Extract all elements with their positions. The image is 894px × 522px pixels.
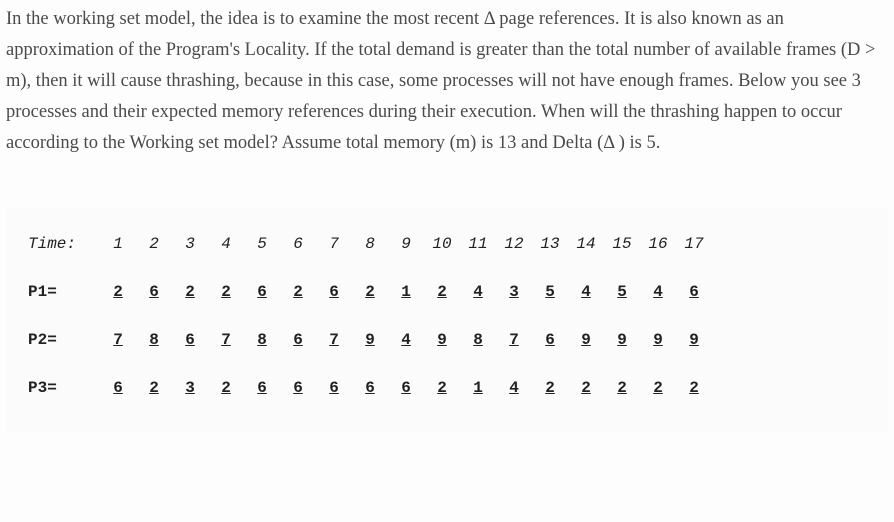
time-cell: 14 [568,235,604,253]
ref-cell: 2 [280,283,316,301]
ref-cell: 6 [280,379,316,397]
time-label: Time: [28,235,100,253]
ref-cell: 6 [352,379,388,397]
ref-cell: 2 [568,379,604,397]
reference-table: Time: 1 2 3 4 5 6 7 8 9 10 11 12 13 14 1… [6,207,888,433]
ref-cell: 1 [460,379,496,397]
time-cell: 16 [640,235,676,253]
ref-cell: 4 [388,331,424,349]
process-label: P2= [28,331,100,349]
ref-cell: 2 [424,283,460,301]
ref-cell: 7 [316,331,352,349]
ref-cell: 6 [172,331,208,349]
ref-cell: 6 [280,331,316,349]
ref-cell: 9 [676,331,712,349]
ref-cell: 2 [172,283,208,301]
ref-cell: 9 [568,331,604,349]
ref-cell: 7 [208,331,244,349]
ref-cell: 8 [136,331,172,349]
ref-cell: 4 [496,379,532,397]
ref-cell: 2 [100,283,136,301]
time-cell: 5 [244,235,280,253]
time-cell: 13 [532,235,568,253]
ref-cell: 7 [100,331,136,349]
time-cell: 3 [172,235,208,253]
ref-cell: 2 [604,379,640,397]
ref-cell: 2 [532,379,568,397]
time-cell: 7 [316,235,352,253]
ref-cell: 2 [640,379,676,397]
time-header-row: Time: 1 2 3 4 5 6 7 8 9 10 11 12 13 14 1… [28,235,866,253]
time-cell: 9 [388,235,424,253]
question-text: In the working set model, the idea is to… [6,4,888,159]
ref-cell: 3 [496,283,532,301]
ref-cell: 1 [388,283,424,301]
process-row-p1: P1= 2 6 2 2 6 2 6 2 1 2 4 3 5 4 5 4 6 [28,283,866,301]
ref-cell: 7 [496,331,532,349]
ref-cell: 8 [460,331,496,349]
question-page: In the working set model, the idea is to… [0,0,894,522]
ref-cell: 4 [640,283,676,301]
process-label: P3= [28,379,100,397]
process-row-p3: P3= 6 2 3 2 6 6 6 6 6 2 1 4 2 2 2 2 2 [28,379,866,397]
ref-cell: 8 [244,331,280,349]
time-cell: 1 [100,235,136,253]
ref-cell: 2 [676,379,712,397]
ref-cell: 6 [100,379,136,397]
time-cell: 10 [424,235,460,253]
ref-cell: 6 [532,331,568,349]
ref-cell: 2 [424,379,460,397]
time-cell: 4 [208,235,244,253]
process-row-p2: P2= 7 8 6 7 8 6 7 9 4 9 8 7 6 9 9 9 9 [28,331,866,349]
ref-cell: 2 [352,283,388,301]
ref-cell: 6 [244,283,280,301]
ref-cell: 9 [424,331,460,349]
ref-cell: 6 [388,379,424,397]
ref-cell: 6 [244,379,280,397]
ref-cell: 9 [640,331,676,349]
ref-cell: 9 [604,331,640,349]
ref-cell: 4 [460,283,496,301]
time-cell: 12 [496,235,532,253]
time-cell: 17 [676,235,712,253]
ref-cell: 2 [136,379,172,397]
ref-cell: 2 [208,379,244,397]
time-cell: 8 [352,235,388,253]
ref-cell: 6 [316,379,352,397]
ref-cell: 4 [568,283,604,301]
time-cell: 2 [136,235,172,253]
time-cell: 15 [604,235,640,253]
ref-cell: 6 [676,283,712,301]
time-cell: 6 [280,235,316,253]
time-cell: 11 [460,235,496,253]
process-label: P1= [28,283,100,301]
ref-cell: 5 [604,283,640,301]
ref-cell: 2 [208,283,244,301]
ref-cell: 5 [532,283,568,301]
ref-cell: 6 [136,283,172,301]
ref-cell: 6 [316,283,352,301]
ref-cell: 3 [172,379,208,397]
ref-cell: 9 [352,331,388,349]
